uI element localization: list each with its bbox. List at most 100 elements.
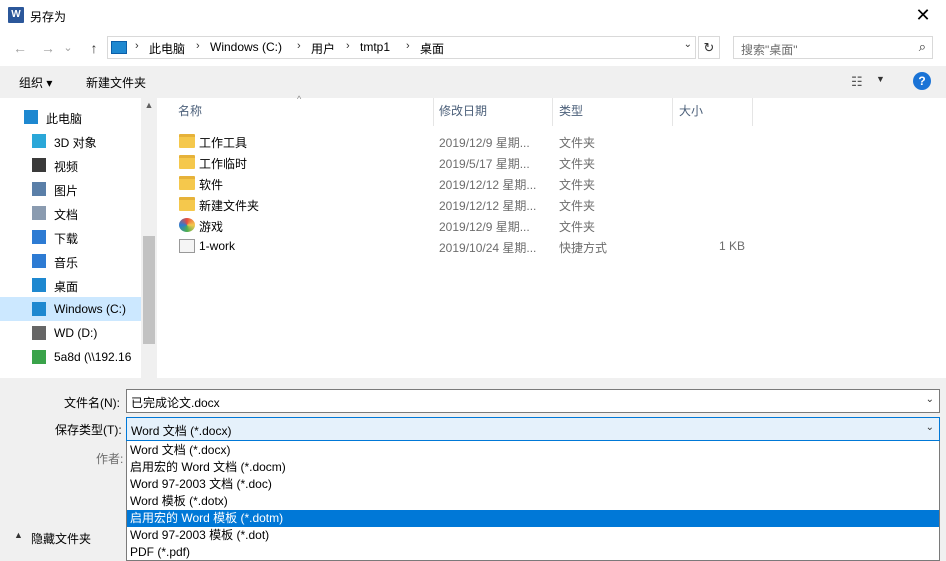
filetype-option[interactable]: 启用宏的 Word 模板 (*.dotm) [127,510,939,527]
scrollbar-thumb[interactable] [143,236,155,344]
file-date: 2019/12/9 星期... [439,220,530,234]
breadcrumb-this-pc[interactable]: 此电脑 [149,40,185,57]
sidebar-scrollbar[interactable]: ▲ [141,98,157,378]
chevron-down-icon[interactable]: ⌄ [684,39,692,50]
filetype-value: Word 文档 (*.docx) [131,424,232,438]
filetype-label: 保存类型(T): [55,423,122,437]
sidebar-item-label: 视频 [54,160,79,174]
sidebar-item-label: 3D 对象 [54,136,97,150]
recent-locations-button[interactable]: ⌄ [61,37,75,59]
file-date: 2019/12/9 星期... [439,136,530,150]
new-folder-button[interactable]: 新建文件夹 [86,74,146,91]
column-divider[interactable] [552,98,553,126]
sidebar-item[interactable]: 此电脑 [0,105,141,129]
drive-icon [32,302,46,316]
music-icon [32,254,46,268]
filetype-option[interactable]: Word 97-2003 模板 (*.dot) [127,527,939,544]
sidebar-item[interactable]: 音乐 [0,249,141,273]
file-type: 快捷方式 [559,241,608,255]
chevron-down-icon[interactable]: ⌄ [926,394,934,405]
search-input[interactable]: 搜索"桌面" ⌕ [733,36,933,59]
folder-icon [179,176,195,190]
address-bar[interactable]: › 此电脑 › Windows (C:) › 用户 › tmtp1 › 桌面 ⌄ [107,36,696,59]
sidebar-item[interactable]: 3D 对象 [0,129,141,153]
sidebar-item[interactable]: 下载 [0,225,141,249]
file-row[interactable]: 软件 2019/12/12 星期... 文件夹 [173,173,753,194]
file-name: 工作工具 [199,136,248,150]
refresh-button[interactable]: ↻ [698,36,720,59]
sidebar-item[interactable]: Windows (C:) [0,297,141,321]
filename-value: 已完成论文.docx [131,396,220,410]
file-row[interactable]: 工作临时 2019/5/17 星期... 文件夹 [173,152,753,173]
computer-icon [111,41,127,54]
filetype-option[interactable]: Word 文档 (*.docx) [127,442,939,459]
scroll-up-icon[interactable]: ▲ [141,100,157,110]
filetype-dropdown-list: Word 文档 (*.docx) 启用宏的 Word 文档 (*.docm) Wor… [126,441,940,561]
word-app-icon: W [8,7,24,23]
filetype-option[interactable]: PDF (*.pdf) [127,544,939,561]
filetype-select[interactable]: Word 文档 (*.docx) ⌄ [126,417,940,441]
sidebar-item[interactable]: 桌面 [0,273,141,297]
filetype-option[interactable]: 启用宏的 Word 文档 (*.docm) [127,459,939,476]
file-size: 1 KB [718,239,745,253]
breadcrumb-separator: › [406,40,410,52]
column-divider[interactable] [752,98,753,126]
sidebar-item[interactable]: 5a8d (\\192.16 [0,345,141,369]
desktop-icon [32,278,46,292]
sidebar-item-label: 音乐 [54,256,79,270]
close-button[interactable]: ✕ [900,0,946,32]
sidebar-item[interactable]: 视频 [0,153,141,177]
file-type: 文件夹 [559,178,596,192]
view-dropdown-icon[interactable]: ▼ [876,74,885,84]
sidebar-item[interactable]: 图片 [0,177,141,201]
shortcut-icon [179,239,195,253]
command-toolbar: 组织 ▾ 新建文件夹 ☷ ▼ ? [0,66,946,98]
sidebar-item-label: 此电脑 [46,112,83,126]
breadcrumb-windows-c[interactable]: Windows (C:) [210,40,282,54]
computer-icon [24,110,38,124]
hide-folders-label: 隐藏文件夹 [31,532,92,546]
drive-icon [32,326,46,340]
forward-button[interactable]: → [37,37,59,59]
column-divider[interactable] [433,98,434,126]
up-button[interactable]: ↑ [83,37,105,59]
column-header-date[interactable]: 修改日期 [439,98,487,124]
sidebar-item[interactable]: WD (D:) [0,321,141,345]
organize-button[interactable]: 组织 ▾ [19,74,52,91]
filetype-option[interactable]: Word 模板 (*.dotx) [127,493,939,510]
breadcrumb-separator: › [346,40,350,52]
file-date: 2019/5/17 星期... [439,157,530,171]
sidebar-item-label: 图片 [54,184,79,198]
breadcrumb-separator: › [297,40,301,52]
network-drive-icon [32,350,46,364]
filename-field[interactable]: 已完成论文.docx ⌄ [126,389,940,413]
column-header-type[interactable]: 类型 [559,98,583,124]
back-button[interactable]: ← [9,37,31,59]
view-options-icon[interactable]: ☷ [851,74,863,90]
breadcrumb-users[interactable]: 用户 [311,40,335,57]
download-icon [32,230,46,244]
sidebar-item[interactable]: 文档 [0,201,141,225]
column-divider[interactable] [672,98,673,126]
breadcrumb-desktop[interactable]: 桌面 [420,40,444,57]
filename-label: 文件名(N): [64,396,120,410]
breadcrumb-tmtp1[interactable]: tmtp1 [360,40,390,54]
column-header-size[interactable]: 大小 [679,98,703,124]
file-row[interactable]: 1-work 2019/10/24 星期... 快捷方式 1 KB [173,236,753,257]
column-header-name[interactable]: 名称 [178,98,202,124]
filetype-option[interactable]: Word 97-2003 文档 (*.doc) [127,476,939,493]
window-title: 另存为 [30,10,67,24]
help-icon[interactable]: ? [913,72,931,90]
file-name: 游戏 [199,220,224,234]
file-row[interactable]: 工作工具 2019/12/9 星期... 文件夹 [173,131,753,152]
breadcrumb-separator: › [196,40,200,52]
author-label: 作者: [96,452,124,466]
sort-ascending-icon: ^ [297,94,302,104]
file-row[interactable]: 新建文件夹 2019/12/12 星期... 文件夹 [173,194,753,215]
games-folder-icon [179,218,195,232]
sidebar-item-label: WD (D:) [54,326,98,340]
file-type: 文件夹 [559,157,596,171]
file-row[interactable]: 游戏 2019/12/9 星期... 文件夹 [173,215,753,236]
chevron-down-icon[interactable]: ⌄ [926,422,934,433]
file-type: 文件夹 [559,199,596,213]
